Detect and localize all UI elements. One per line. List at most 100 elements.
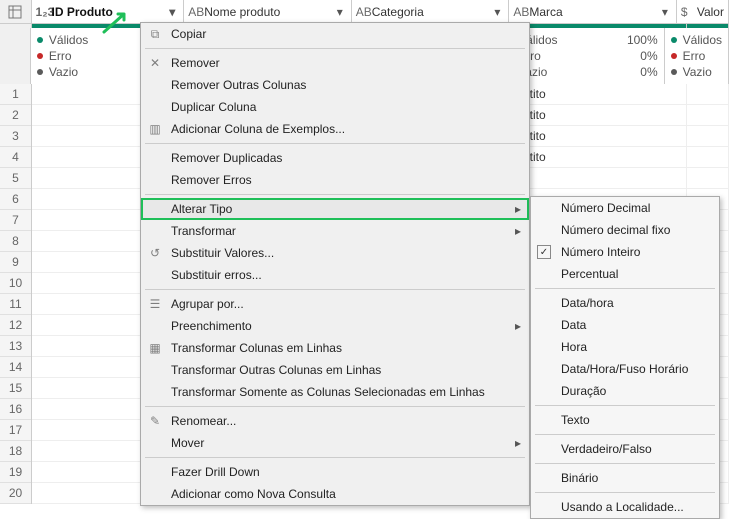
menu-separator bbox=[145, 48, 525, 49]
row-number[interactable]: 17 bbox=[0, 420, 31, 441]
row-number[interactable]: 19 bbox=[0, 462, 31, 483]
menu-label: Mover bbox=[171, 436, 204, 450]
row-number[interactable]: 8 bbox=[0, 231, 31, 252]
type-date[interactable]: Data bbox=[531, 314, 719, 336]
menu-unpivot[interactable]: ▦Transformar Colunas em Linhas bbox=[141, 337, 529, 359]
row-number[interactable]: 4 bbox=[0, 147, 31, 168]
row-number[interactable]: 7 bbox=[0, 210, 31, 231]
menu-separator bbox=[145, 289, 525, 290]
submenu-arrow-icon: ▸ bbox=[515, 436, 521, 450]
dropdown-icon[interactable]: ▾ bbox=[165, 5, 179, 19]
change-type-submenu[interactable]: Número Decimal Número decimal fixo ✓Núme… bbox=[530, 196, 720, 519]
type-using-locale[interactable]: Usando a Localidade... bbox=[531, 496, 719, 518]
menu-label: Agrupar por... bbox=[171, 297, 244, 311]
dropdown-icon[interactable]: ▾ bbox=[333, 5, 347, 19]
menu-unpivot-others[interactable]: Transformar Outras Colunas em Linhas bbox=[141, 359, 529, 381]
menu-group-by[interactable]: ☰Agrupar por... bbox=[141, 293, 529, 315]
annotation-arrow-icon bbox=[102, 8, 132, 38]
menu-label: Data bbox=[561, 318, 586, 332]
row-number[interactable]: 6 bbox=[0, 189, 31, 210]
menu-unpivot-selected[interactable]: Transformar Somente as Colunas Seleciona… bbox=[141, 381, 529, 403]
menu-remove-errors[interactable]: Remover Erros bbox=[141, 169, 529, 191]
type-boolean[interactable]: Verdadeiro/Falso bbox=[531, 438, 719, 460]
cell[interactable]: atito bbox=[517, 84, 687, 104]
number-type-icon: 1₂3 bbox=[36, 5, 50, 19]
column-header-valor[interactable]: $ Valor bbox=[677, 0, 729, 23]
check-icon: ✓ bbox=[537, 245, 551, 259]
type-datetimezone[interactable]: Data/Hora/Fuso Horário bbox=[531, 358, 719, 380]
menu-label: Copiar bbox=[171, 27, 206, 41]
menu-move[interactable]: Mover ▸ bbox=[141, 432, 529, 454]
row-number-gutter: 1234567891011121314151617181920 bbox=[0, 84, 32, 504]
cell[interactable] bbox=[687, 84, 729, 104]
add-column-icon: ▥ bbox=[147, 121, 163, 137]
cell[interactable] bbox=[687, 168, 729, 188]
row-number[interactable]: 16 bbox=[0, 399, 31, 420]
menu-drill-down[interactable]: Fazer Drill Down bbox=[141, 461, 529, 483]
menu-remove[interactable]: ✕Remover bbox=[141, 52, 529, 74]
type-duration[interactable]: Duração bbox=[531, 380, 719, 402]
type-percentage[interactable]: Percentual bbox=[531, 263, 719, 285]
row-number[interactable]: 3 bbox=[0, 126, 31, 147]
type-fixed-decimal[interactable]: Número decimal fixo bbox=[531, 219, 719, 241]
menu-add-as-query[interactable]: Adicionar como Nova Consulta bbox=[141, 483, 529, 505]
row-number[interactable]: 20 bbox=[0, 483, 31, 504]
menu-replace-errors[interactable]: Substituir erros... bbox=[141, 264, 529, 286]
cell[interactable] bbox=[687, 105, 729, 125]
column-header-categoria[interactable]: AB Categoria ▾ bbox=[352, 0, 510, 23]
select-all-corner[interactable] bbox=[0, 0, 32, 23]
column-header-marca[interactable]: AB Marca ▾ bbox=[509, 0, 676, 23]
cell[interactable] bbox=[687, 147, 729, 167]
cell[interactable]: atito bbox=[517, 126, 687, 146]
cell[interactable] bbox=[517, 168, 687, 188]
row-number[interactable]: 15 bbox=[0, 378, 31, 399]
menu-change-type[interactable]: Alterar Tipo▸ bbox=[141, 198, 529, 220]
type-binary[interactable]: Binário bbox=[531, 467, 719, 489]
dropdown-icon[interactable]: ▾ bbox=[490, 5, 504, 19]
menu-fill[interactable]: Preenchimento▸ bbox=[141, 315, 529, 337]
row-number[interactable]: 9 bbox=[0, 252, 31, 273]
menu-label: Data/hora bbox=[561, 296, 614, 310]
cell[interactable]: atito bbox=[517, 147, 687, 167]
type-time[interactable]: Hora bbox=[531, 336, 719, 358]
error-dot-icon bbox=[37, 53, 43, 59]
empty-pct: 0% bbox=[640, 64, 657, 80]
cell[interactable] bbox=[687, 126, 729, 146]
menu-add-from-examples[interactable]: ▥Adicionar Coluna de Exemplos... bbox=[141, 118, 529, 140]
menu-label: Usando a Localidade... bbox=[561, 500, 684, 514]
menu-rename[interactable]: ✎Renomear... bbox=[141, 410, 529, 432]
row-number[interactable]: 14 bbox=[0, 357, 31, 378]
menu-remove-others[interactable]: Remover Outras Colunas bbox=[141, 74, 529, 96]
row-number[interactable]: 11 bbox=[0, 294, 31, 315]
menu-label: Binário bbox=[561, 471, 598, 485]
row-number[interactable]: 5 bbox=[0, 168, 31, 189]
stats-cell-valor: Válidos Erro Vazio bbox=[665, 28, 729, 84]
dropdown-icon[interactable]: ▾ bbox=[658, 5, 672, 19]
menu-copy[interactable]: ⧉Copiar bbox=[141, 23, 529, 45]
type-integer[interactable]: ✓Número Inteiro bbox=[531, 241, 719, 263]
column-context-menu[interactable]: ⧉Copiar ✕Remover Remover Outras Colunas … bbox=[140, 22, 530, 506]
row-number[interactable]: 18 bbox=[0, 441, 31, 462]
cell[interactable]: atito bbox=[517, 105, 687, 125]
error-label: Erro bbox=[683, 48, 722, 64]
column-header-nome-produto[interactable]: AB Nome produto ▾ bbox=[184, 0, 351, 23]
submenu-arrow-icon: ▸ bbox=[515, 224, 521, 238]
currency-type-icon: $ bbox=[681, 5, 695, 19]
row-number[interactable]: 10 bbox=[0, 273, 31, 294]
menu-remove-duplicates[interactable]: Remover Duplicadas bbox=[141, 147, 529, 169]
type-datetime[interactable]: Data/hora bbox=[531, 292, 719, 314]
type-text[interactable]: Texto bbox=[531, 409, 719, 431]
text-type-icon: AB bbox=[188, 5, 202, 19]
row-number[interactable]: 1 bbox=[0, 84, 31, 105]
menu-separator bbox=[145, 194, 525, 195]
menu-separator bbox=[535, 492, 715, 493]
row-number[interactable]: 12 bbox=[0, 315, 31, 336]
row-number[interactable]: 13 bbox=[0, 336, 31, 357]
menu-label: Remover Outras Colunas bbox=[171, 78, 306, 92]
menu-replace-values[interactable]: ↺Substituir Valores... bbox=[141, 242, 529, 264]
row-number[interactable]: 2 bbox=[0, 105, 31, 126]
menu-duplicate[interactable]: Duplicar Coluna bbox=[141, 96, 529, 118]
type-decimal[interactable]: Número Decimal bbox=[531, 197, 719, 219]
menu-transform[interactable]: Transformar▸ bbox=[141, 220, 529, 242]
menu-separator bbox=[145, 406, 525, 407]
